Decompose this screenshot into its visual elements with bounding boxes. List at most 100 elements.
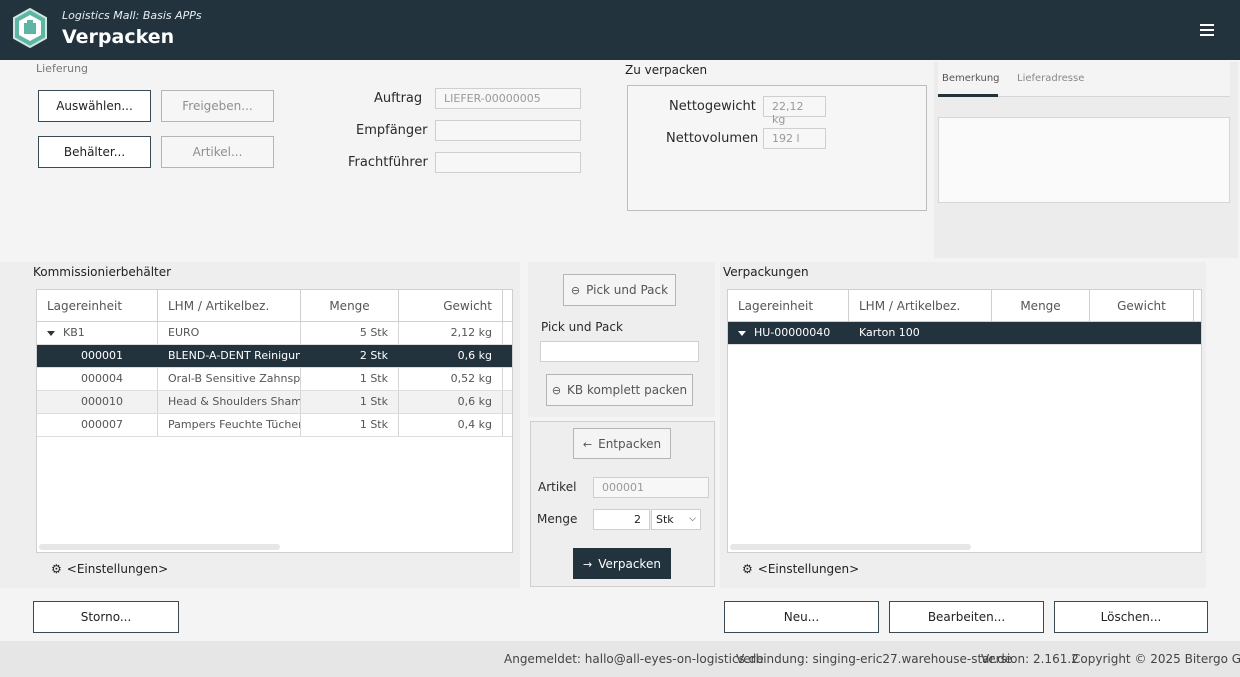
lagereinheit-cell: 000004 [37,368,158,390]
lagereinheit-cell: 000001 [37,345,158,367]
auswaehlen-button[interactable]: Auswählen... [38,90,151,122]
lagereinheit-cell: KB1 [37,322,158,344]
frachtfuehrer-label: Frachtführer [348,155,428,170]
kommissionierbehaelter-title: Kommissionierbehälter [33,265,172,279]
auftrag-label: Auftrag [374,91,423,106]
behaelter-button[interactable]: Behälter... [38,136,151,168]
gewicht-cell: 0,52 kg [399,368,503,390]
kommissionierbehaelter-table: Lagereinheit LHM / Artikelbez. Menge Gew… [36,289,513,553]
chevron-down-icon: ⌵ [689,514,696,524]
hamburger-menu-icon[interactable] [1196,22,1218,40]
horizontal-scrollbar[interactable] [39,544,280,550]
column-header-gewicht[interactable]: Gewicht [1090,290,1194,322]
copyright-text: Copyright © 2025 Bitergo GmbH [1072,652,1240,666]
auftrag-field[interactable]: LIEFER-00000005 [435,88,581,109]
verpackungen-table: Lagereinheit LHM / Artikelbez. Menge Gew… [727,289,1202,553]
menge-field[interactable]: 2 [593,509,650,530]
gewicht-cell: 0,6 kg [399,391,503,413]
kb-komplett-packen-button[interactable]: ⊖ KB komplett packen [546,374,693,406]
arrow-circle-icon: ⊖ [551,384,562,397]
zu-verpacken-box: Nettogewicht 22,12 kg Nettovolumen 192 l [627,85,927,211]
artikel-field[interactable]: 000001 [593,477,709,498]
menge-cell: 5 Stk [301,322,399,344]
app-subtitle: Logistics Mall: Basis APPs [62,9,202,22]
gewicht-cell: 0,6 kg [399,345,503,367]
arrow-left-icon: ← [582,438,593,451]
column-header-artikelbez[interactable]: LHM / Artikelbez. [158,290,301,322]
verpackungen-title: Verpackungen [723,265,809,279]
expand-caret-icon[interactable] [738,330,746,336]
artikel-cell: Head & Shoulders Shampoo [158,391,301,413]
table-header: Lagereinheit LHM / Artikelbez. Menge Gew… [37,290,512,322]
gear-icon: ⚙ [742,562,753,576]
column-header-gewicht[interactable]: Gewicht [399,290,503,322]
column-header-lagereinheit[interactable]: Lagereinheit [37,290,158,322]
artikel-cell: Pampers Feuchte Tücher Ba [158,414,301,436]
tab-panel: Bemerkung Lieferadresse [934,62,1238,258]
active-tab-indicator [938,94,998,97]
expand-caret-icon[interactable] [47,330,55,336]
version-text: Version: 2.161.2 [981,652,1079,666]
lagereinheit-cell: 000007 [37,414,158,436]
menge-cell [992,322,1090,344]
freigeben-button[interactable]: Freigeben... [161,90,274,122]
nettogewicht-field: 22,12 kg [763,96,826,126]
menge-cell: 1 Stk [301,391,399,413]
lieferung-title: Lieferung [36,62,89,75]
lagereinheit-cell: HU-00000040 [728,322,849,344]
menge-label: Menge [537,512,578,526]
menge-cell: 1 Stk [301,368,399,390]
empfaenger-label: Empfänger [356,123,428,138]
bearbeiten-button[interactable]: Bearbeiten... [889,601,1044,633]
frachtfuehrer-field[interactable] [435,152,581,173]
zu-verpacken-title: Zu verpacken [625,63,708,77]
page-title: Verpacken [62,26,175,48]
artikel-label: Artikel [538,480,577,494]
artikel-cell: Oral-B Sensitive Zahnspülur [158,368,301,390]
table-row[interactable]: HU-00000040 Karton 100 [728,322,1201,345]
table-row[interactable]: 000007 Pampers Feuchte Tücher Ba 1 Stk 0… [37,414,512,437]
menge-cell: 2 Stk [301,345,399,367]
column-header-menge[interactable]: Menge [301,290,399,322]
horizontal-scrollbar[interactable] [730,544,971,550]
gewicht-cell: 2,12 kg [399,322,503,344]
gewicht-cell: 0,4 kg [399,414,503,436]
tab-bemerkung[interactable]: Bemerkung [942,73,1000,84]
table-row[interactable]: 000010 Head & Shoulders Shampoo 1 Stk 0,… [37,391,512,414]
arrow-right-icon: → [583,558,593,571]
lagereinheit-cell: 000010 [37,391,158,413]
menge-cell: 1 Stk [301,414,399,436]
neu-button[interactable]: Neu... [724,601,879,633]
table-row[interactable]: 000001 BLEND-A-DENT Reinigungs 2 Stk 0,6… [37,345,512,368]
pick-und-pack-label: Pick und Pack [541,320,623,334]
artikel-cell: EURO [158,322,301,344]
table-row[interactable]: 000004 Oral-B Sensitive Zahnspülur 1 Stk… [37,368,512,391]
status-footer: Angemeldet: hallo@all-eyes-on-logistics.… [0,641,1240,677]
column-header-lagereinheit[interactable]: Lagereinheit [728,290,849,322]
empfaenger-field[interactable] [435,120,581,141]
kommissionierbehaelter-settings-link[interactable]: ⚙ <Einstellungen> [51,562,168,576]
verpacken-button[interactable]: → Verpacken [573,548,671,579]
app-header: Logistics Mall: Basis APPs Verpacken [0,0,1240,60]
column-header-artikelbez[interactable]: LHM / Artikelbez. [849,290,992,322]
angemeldet-text: Angemeldet: hallo@all-eyes-on-logistics.… [504,652,764,666]
tab-lieferadresse[interactable]: Lieferadresse [1017,73,1084,84]
artikel-cell: Karton 100 [849,322,992,344]
bemerkung-textarea[interactable] [938,117,1230,203]
table-header: Lagereinheit LHM / Artikelbez. Menge Gew… [728,290,1201,322]
verpackungen-settings-link[interactable]: ⚙ <Einstellungen> [742,562,859,576]
verbindung-text: Verbindung: singing-eric27.warehouse-sta… [736,652,1013,666]
arrow-circle-icon: ⊖ [570,284,581,297]
artikel-button[interactable]: Artikel... [161,136,274,168]
loeschen-button[interactable]: Löschen... [1054,601,1208,633]
pick-und-pack-input[interactable] [540,341,699,362]
storno-button[interactable]: Storno... [33,601,179,633]
nettovolumen-field: 192 l [763,128,826,149]
entpacken-button[interactable]: ← Entpacken [573,428,671,459]
gear-icon: ⚙ [51,562,62,576]
pick-und-pack-button[interactable]: ⊖ Pick und Pack [563,274,676,306]
unit-select[interactable]: Stk ⌵ [651,509,701,530]
table-row[interactable]: KB1 EURO 5 Stk 2,12 kg [37,322,512,345]
gewicht-cell [1090,322,1194,344]
column-header-menge[interactable]: Menge [992,290,1090,322]
